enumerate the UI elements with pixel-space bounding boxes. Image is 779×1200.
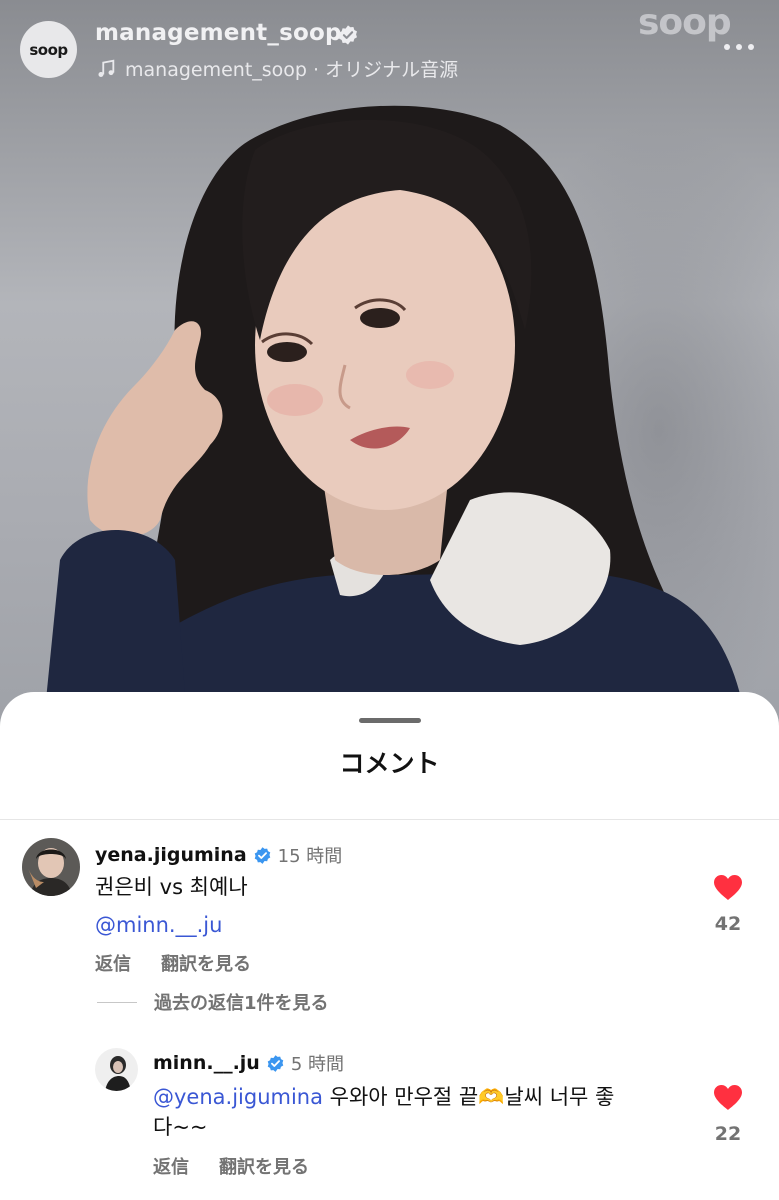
verified-badge-icon: [339, 25, 357, 45]
like-control: 22: [708, 1084, 748, 1145]
comment-avatar[interactable]: [95, 1048, 138, 1091]
comments-sheet: コメント yena.jigumina 15 時間 권은비 vs 최예나 @min…: [0, 692, 779, 1200]
mention-link[interactable]: @yena.jigumina: [153, 1085, 323, 1109]
reel-photo: [40, 105, 750, 760]
comment-actions: 返信 翻訳を見る: [153, 1153, 309, 1179]
brand-watermark: soop: [638, 2, 732, 43]
audio-attribution[interactable]: management_soop · オリジナル音源: [95, 55, 458, 82]
comment-text: @yena.jigumina 우와아 만우절 끝🫶날씨 너무 좋 다~~: [153, 1082, 708, 1142]
translate-button[interactable]: 翻訳を見る: [219, 1153, 309, 1179]
reel-video[interactable]: soop management_soop management_soop · オ…: [0, 0, 779, 760]
avatar-photo: [95, 1048, 138, 1091]
comment-time: 5 時間: [290, 1054, 345, 1075]
verified-badge-icon: [267, 1054, 284, 1072]
heart-icon[interactable]: [713, 1084, 743, 1111]
audio-label: management_soop · オリジナル音源: [125, 59, 459, 81]
comment-line: @yena.jigumina 우와아 만우절 끝🫶날씨 너무 좋: [153, 1082, 708, 1112]
reel-header: soop management_soop management_soop · オ…: [0, 0, 779, 100]
comment-body: 우와아 만우절 끝🫶날씨 너무 좋: [322, 1085, 615, 1109]
more-options-icon[interactable]: [722, 40, 756, 54]
comment-username[interactable]: minn.__.ju: [153, 1052, 260, 1074]
reply-button[interactable]: 返信: [153, 1153, 189, 1179]
comment-header: minn.__.ju 5 時間: [153, 1050, 344, 1076]
music-note-icon: [98, 59, 115, 77]
account-avatar[interactable]: soop: [20, 21, 77, 78]
avatar-logo: soop: [29, 40, 68, 59]
account-name[interactable]: management_soop: [95, 20, 342, 46]
like-count: 22: [714, 1123, 742, 1145]
reply-item: minn.__.ju 5 時間 @yena.jigumina 우와아 만우절 끝…: [0, 692, 779, 1200]
comment-line: 다~~: [153, 1115, 208, 1139]
